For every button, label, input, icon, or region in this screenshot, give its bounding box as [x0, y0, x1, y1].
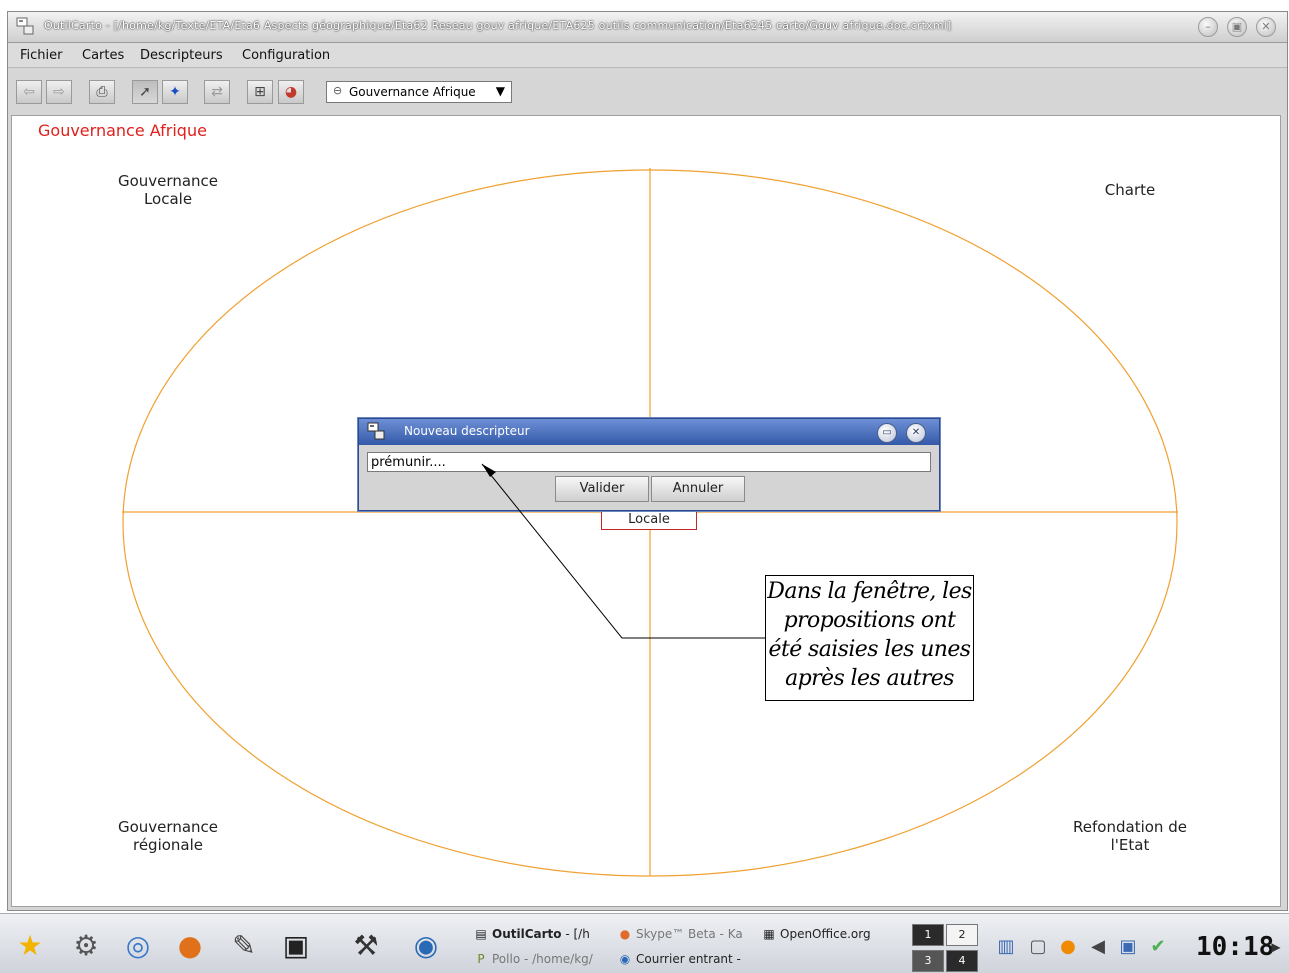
- volume-icon[interactable]: ◀: [1086, 934, 1110, 960]
- map-select[interactable]: ⊖ Gouvernance Afrique ▼: [326, 81, 512, 103]
- document-icon: ▦: [763, 927, 775, 941]
- quadrant-label-bottom-right[interactable]: Refondation de l'Etat: [1060, 818, 1200, 854]
- chevron-right-icon[interactable]: ▶: [1268, 934, 1284, 960]
- text-editor-icon[interactable]: ✎: [224, 926, 264, 966]
- center-node-locale[interactable]: Locale: [601, 512, 697, 530]
- quadrant-label-bottom-left[interactable]: Gouvernance régionale: [108, 818, 228, 854]
- map-canvas[interactable]: Gouvernance Afrique Gouvernance Locale C…: [11, 115, 1281, 907]
- task-openoffice[interactable]: ▦ OpenOffice.org: [758, 923, 898, 945]
- dialog-close-icon[interactable]: ✕: [906, 423, 926, 443]
- valider-button[interactable]: Valider: [555, 476, 649, 502]
- task-label-bold: OutilCarto: [492, 927, 562, 941]
- map-type-icon: ⊖: [333, 84, 343, 97]
- terminal-icon[interactable]: ▣: [276, 926, 316, 966]
- select-pointer-icon[interactable]: ➚: [132, 80, 158, 104]
- maximize-icon[interactable]: ▣: [1227, 17, 1247, 37]
- display-icon[interactable]: ▣: [1116, 934, 1140, 960]
- add-descriptor-icon[interactable]: ✦: [162, 80, 188, 104]
- toolbar: ⇦ ⇨ ⎙ ➚ ✦ ⇄ ⊞ ◕ ⊖ Gouvernance Afrique ▼: [8, 68, 1287, 114]
- dialog-title-bar[interactable]: Nouveau descripteur ▭ ✕: [359, 419, 939, 445]
- compass-tool-icon[interactable]: ⚒: [346, 926, 386, 966]
- pager-desktop-1[interactable]: 1: [912, 924, 944, 946]
- menu-descripteurs[interactable]: Descripteurs: [140, 48, 223, 63]
- menu-bar: Fichier Cartes Descripteurs Configuratio…: [8, 43, 1287, 68]
- label-line: l'Etat: [1110, 836, 1150, 854]
- menu-configuration[interactable]: Configuration: [242, 48, 330, 63]
- konqueror-icon[interactable]: ◎: [118, 926, 158, 966]
- network-icon[interactable]: ▥: [994, 934, 1018, 960]
- label-line: Refondation de: [1073, 818, 1187, 836]
- label-line: Locale: [143, 190, 193, 208]
- add-node-icon[interactable]: ⊞: [247, 80, 273, 104]
- forward-arrow-icon[interactable]: ⇨: [46, 80, 72, 104]
- task-label: - [/h: [561, 927, 590, 941]
- task-label: Pollo - /home/kg/: [492, 952, 593, 966]
- taskbar: ★ ⚙ ◎ ● ✎ ▣ ⚒ ◉ ▤ OutilCarto - [/h ● Sky…: [0, 913, 1289, 973]
- label-line: régionale: [132, 836, 204, 854]
- swap-icon[interactable]: ⇄: [204, 80, 230, 104]
- pollo-icon: P: [477, 952, 485, 966]
- descriptor-input[interactable]: [367, 452, 931, 472]
- label-line: Gouvernance: [118, 172, 218, 190]
- back-arrow-icon[interactable]: ⇦: [16, 80, 42, 104]
- title-bar[interactable]: OutilCarto - [/home/kg/Texte/ETA/Eta6 As…: [8, 12, 1287, 43]
- close-icon[interactable]: ✕: [1256, 17, 1276, 37]
- dialog-app-icon: [367, 422, 385, 440]
- callout-line: après les autres: [785, 666, 954, 691]
- clock[interactable]: 10:18: [1196, 932, 1274, 962]
- new-descriptor-dialog: Nouveau descripteur ▭ ✕ Valider Annuler: [358, 418, 940, 511]
- dialog-maximize-icon[interactable]: ▭: [877, 423, 897, 443]
- mail-icon: ◉: [619, 952, 631, 966]
- menu-cartes[interactable]: Cartes: [82, 48, 124, 63]
- menu-fichier[interactable]: Fichier: [20, 48, 63, 63]
- dialog-title: Nouveau descripteur: [404, 424, 530, 438]
- quadrant-label-top-left[interactable]: Gouvernance Locale: [108, 172, 228, 208]
- callout-line: propositions ont: [783, 608, 956, 633]
- task-outilcarto[interactable]: ▤ OutilCarto - [/h: [470, 923, 610, 945]
- settings-icon[interactable]: ⚙: [66, 926, 106, 966]
- pager-desktop-2[interactable]: 2: [946, 924, 978, 946]
- map-axes: [122, 168, 1178, 877]
- outilcarto-app-icon: [16, 17, 34, 35]
- map-title: Gouvernance Afrique: [38, 121, 207, 140]
- thunderbird-icon[interactable]: ◉: [406, 926, 446, 966]
- minimize-icon[interactable]: –: [1198, 17, 1218, 37]
- pager-desktop-3[interactable]: 3: [912, 950, 944, 972]
- task-label: Courrier entrant -: [636, 952, 741, 966]
- label-line: Charte: [1104, 181, 1156, 199]
- pager-desktop-4[interactable]: 4: [946, 950, 978, 972]
- label-line: Gouvernance: [118, 818, 218, 836]
- printer-icon[interactable]: ⎙: [89, 80, 115, 104]
- map-select-value: Gouvernance Afrique: [349, 85, 476, 99]
- chevron-down-icon: ▼: [495, 84, 505, 98]
- annotation-callout: Dans la fenêtre, les propositions ont ét…: [765, 575, 974, 701]
- task-skype[interactable]: ● Skype™ Beta - Ka: [614, 923, 752, 945]
- task-label: OpenOffice.org: [780, 927, 871, 941]
- firefox-icon[interactable]: ●: [170, 926, 210, 966]
- skype-icon: ●: [619, 927, 631, 941]
- task-courrier[interactable]: ◉ Courrier entrant -: [614, 948, 754, 970]
- annuler-button[interactable]: Annuler: [651, 476, 745, 502]
- callout-line: été saisies les unes: [768, 637, 972, 662]
- task-pollo[interactable]: P Pollo - /home/kg/: [470, 948, 610, 970]
- window-title: OutilCarto - [/home/kg/Texte/ETA/Eta6 As…: [44, 19, 952, 32]
- callout-line: Dans la fenêtre, les: [767, 579, 972, 604]
- outilcarto-task-icon: ▤: [475, 927, 487, 941]
- update-notifier-icon[interactable]: ●: [1056, 934, 1080, 960]
- color-wheel-icon[interactable]: ◕: [278, 80, 304, 104]
- klipper-icon[interactable]: ▢: [1026, 934, 1050, 960]
- task-label: Skype™ Beta - Ka: [636, 927, 743, 941]
- quadrant-label-top-right[interactable]: Charte: [1080, 181, 1180, 199]
- status-check-icon[interactable]: ✔: [1146, 934, 1170, 960]
- kde-menu-star-icon[interactable]: ★: [10, 926, 50, 966]
